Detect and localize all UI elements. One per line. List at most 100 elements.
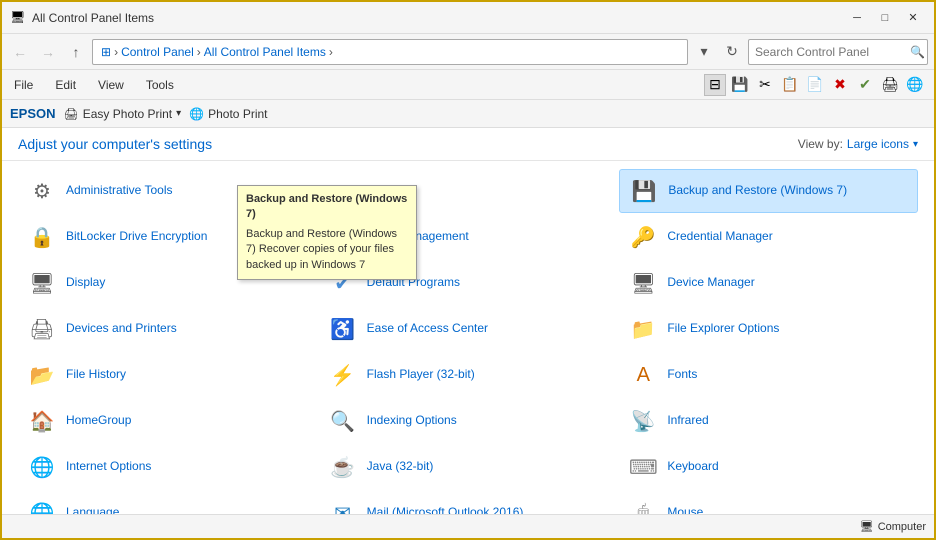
- item-icon-indexing: 🔍: [327, 405, 359, 437]
- minimize-button[interactable]: ─: [844, 8, 870, 28]
- item-icon-display: 🖥: [26, 267, 58, 299]
- control-item-fonts[interactable]: A Fonts: [619, 353, 918, 397]
- epson-app-label: Easy Photo Print: [83, 107, 172, 121]
- window-controls: ─ □ ✕: [844, 8, 926, 28]
- item-label-java: Java (32-bit): [367, 459, 434, 475]
- control-item-indexing[interactable]: 🔍 Indexing Options: [319, 399, 618, 443]
- backup-restore-tooltip: Backup and Restore (Windows 7) Backup an…: [237, 185, 417, 280]
- item-icon-keyboard: ⌨: [627, 451, 659, 483]
- control-item-language[interactable]: 🌐 Language: [18, 491, 317, 514]
- search-input[interactable]: [755, 45, 910, 59]
- control-item-file-explorer[interactable]: 📁File Explorer Options: [619, 307, 918, 351]
- epson-bar: EPSON 🖨 Easy Photo Print ▾ 🌐 Photo Print: [2, 100, 934, 128]
- item-label-device-mgr: Device Manager: [667, 275, 754, 291]
- control-item-infrared[interactable]: 📡 Infrared: [619, 399, 918, 443]
- item-icon-admin-tools: ⚙: [26, 175, 58, 207]
- control-item-java[interactable]: ☕Java (32-bit): [319, 445, 618, 489]
- view-by-label: View by:: [798, 137, 843, 151]
- item-label-admin-tools: Administrative Tools: [66, 183, 173, 199]
- item-label-language: Language: [66, 505, 119, 514]
- item-icon-fonts: A: [627, 359, 659, 391]
- item-icon-credential: 🔑: [627, 221, 659, 253]
- control-item-keyboard[interactable]: ⌨Keyboard: [619, 445, 918, 489]
- control-item-backup-restore[interactable]: 💾Backup and Restore (Windows 7): [619, 169, 918, 213]
- control-item-flash[interactable]: ⚡ Flash Player (32-bit): [319, 353, 618, 397]
- item-label-credential: Credential Manager: [667, 229, 772, 245]
- item-label-devices-printers: Devices and Printers: [66, 321, 177, 337]
- view-by-control: View by: Large icons ▾: [798, 137, 918, 151]
- control-item-internet[interactable]: 🌐Internet Options: [18, 445, 317, 489]
- path-all-items[interactable]: All Control Panel Items: [204, 45, 326, 59]
- item-icon-devices-printers: 🖨: [26, 313, 58, 345]
- control-item-mouse[interactable]: 🖱Mouse: [619, 491, 918, 514]
- items-grid: ⚙Administrative Tools▶AutoPlay💾Backup an…: [2, 161, 934, 514]
- title-bar: 🖥 All Control Panel Items ─ □ ✕: [2, 2, 934, 34]
- item-icon-bitlocker: 🔒: [26, 221, 58, 253]
- main-area: Adjust your computer's settings View by:…: [2, 128, 934, 514]
- items-container: ⚙Administrative Tools▶AutoPlay💾Backup an…: [2, 161, 934, 514]
- item-icon-backup-restore: 💾: [628, 175, 660, 207]
- item-label-bitlocker: BitLocker Drive Encryption: [66, 229, 207, 245]
- maximize-button[interactable]: □: [872, 8, 898, 28]
- forward-button[interactable]: →: [36, 40, 60, 64]
- main-window: 🖥 All Control Panel Items ─ □ ✕ ← → ↑ ⊞ …: [0, 0, 936, 540]
- cut-icon[interactable]: ✂: [754, 74, 776, 96]
- epson-app-icon: 🖨: [64, 107, 79, 121]
- save-icon[interactable]: 💾: [729, 74, 751, 96]
- control-item-ease-access[interactable]: ♿Ease of Access Center: [319, 307, 618, 351]
- print-icon[interactable]: 🖨: [879, 74, 901, 96]
- view-dropdown-icon[interactable]: ▾: [913, 139, 918, 150]
- refresh-button[interactable]: ↻: [720, 40, 744, 64]
- paste-icon[interactable]: 📄: [804, 74, 826, 96]
- delete-icon[interactable]: ✖: [829, 74, 851, 96]
- item-icon-mouse: 🖱: [627, 497, 659, 514]
- search-icon: 🔍: [910, 45, 925, 59]
- organize-icon[interactable]: ⊟: [704, 74, 726, 96]
- status-text: Computer: [878, 521, 926, 533]
- computer-icon: 🖥: [860, 520, 874, 533]
- path-control-panel[interactable]: Control Panel: [121, 45, 194, 59]
- control-item-homegroup[interactable]: 🏠 HomeGroup: [18, 399, 317, 443]
- photo-print-label: Photo Print: [208, 107, 267, 121]
- close-button[interactable]: ✕: [900, 8, 926, 28]
- item-label-homegroup: HomeGroup: [66, 413, 131, 429]
- item-label-infrared: Infrared: [667, 413, 708, 429]
- dropdown-button[interactable]: ▾: [692, 40, 716, 64]
- view-mode-button[interactable]: Large icons: [847, 137, 909, 151]
- photo-print-app[interactable]: 🌐 Photo Print: [189, 107, 267, 121]
- item-icon-infrared: 📡: [627, 405, 659, 437]
- status-computer: 🖥 Computer: [860, 520, 926, 533]
- path-home[interactable]: ⊞: [101, 45, 111, 59]
- item-icon-homegroup: 🏠: [26, 405, 58, 437]
- copy-icon[interactable]: 📋: [779, 74, 801, 96]
- control-item-credential[interactable]: 🔑 Credential Manager: [619, 215, 918, 259]
- control-item-devices-printers[interactable]: 🖨 Devices and Printers: [18, 307, 317, 351]
- menu-edit[interactable]: Edit: [51, 76, 80, 94]
- item-label-flash: Flash Player (32-bit): [367, 367, 475, 383]
- menu-view[interactable]: View: [94, 76, 128, 94]
- item-icon-file-history: 📂: [26, 359, 58, 391]
- control-item-mail[interactable]: ✉Mail (Microsoft Outlook 2016): [319, 491, 618, 514]
- epson-easy-photo-print[interactable]: 🖨 Easy Photo Print ▾: [64, 107, 182, 121]
- item-icon-language: 🌐: [26, 497, 58, 514]
- epson-brand: EPSON: [10, 106, 56, 121]
- menu-file[interactable]: File: [10, 76, 37, 94]
- up-button[interactable]: ↑: [64, 40, 88, 64]
- window-icon: 🖥: [10, 10, 26, 26]
- item-label-ease-access: Ease of Access Center: [367, 321, 488, 337]
- tooltip-title: Backup and Restore (Windows 7): [246, 192, 408, 223]
- item-icon-device-mgr: 🖥: [627, 267, 659, 299]
- check-icon[interactable]: ✔: [854, 74, 876, 96]
- item-label-file-history: File History: [66, 367, 126, 383]
- item-label-indexing: Indexing Options: [367, 413, 457, 429]
- control-item-file-history[interactable]: 📂 File History: [18, 353, 317, 397]
- menu-bar: File Edit View Tools: [10, 76, 178, 94]
- network-icon[interactable]: 🌐: [904, 74, 926, 96]
- control-item-device-mgr[interactable]: 🖥 Device Manager: [619, 261, 918, 305]
- back-button[interactable]: ←: [8, 40, 32, 64]
- status-bar: 🖥 Computer: [2, 514, 934, 538]
- item-icon-flash: ⚡: [327, 359, 359, 391]
- item-label-fonts: Fonts: [667, 367, 697, 383]
- item-icon-internet: 🌐: [26, 451, 58, 483]
- menu-tools[interactable]: Tools: [142, 76, 178, 94]
